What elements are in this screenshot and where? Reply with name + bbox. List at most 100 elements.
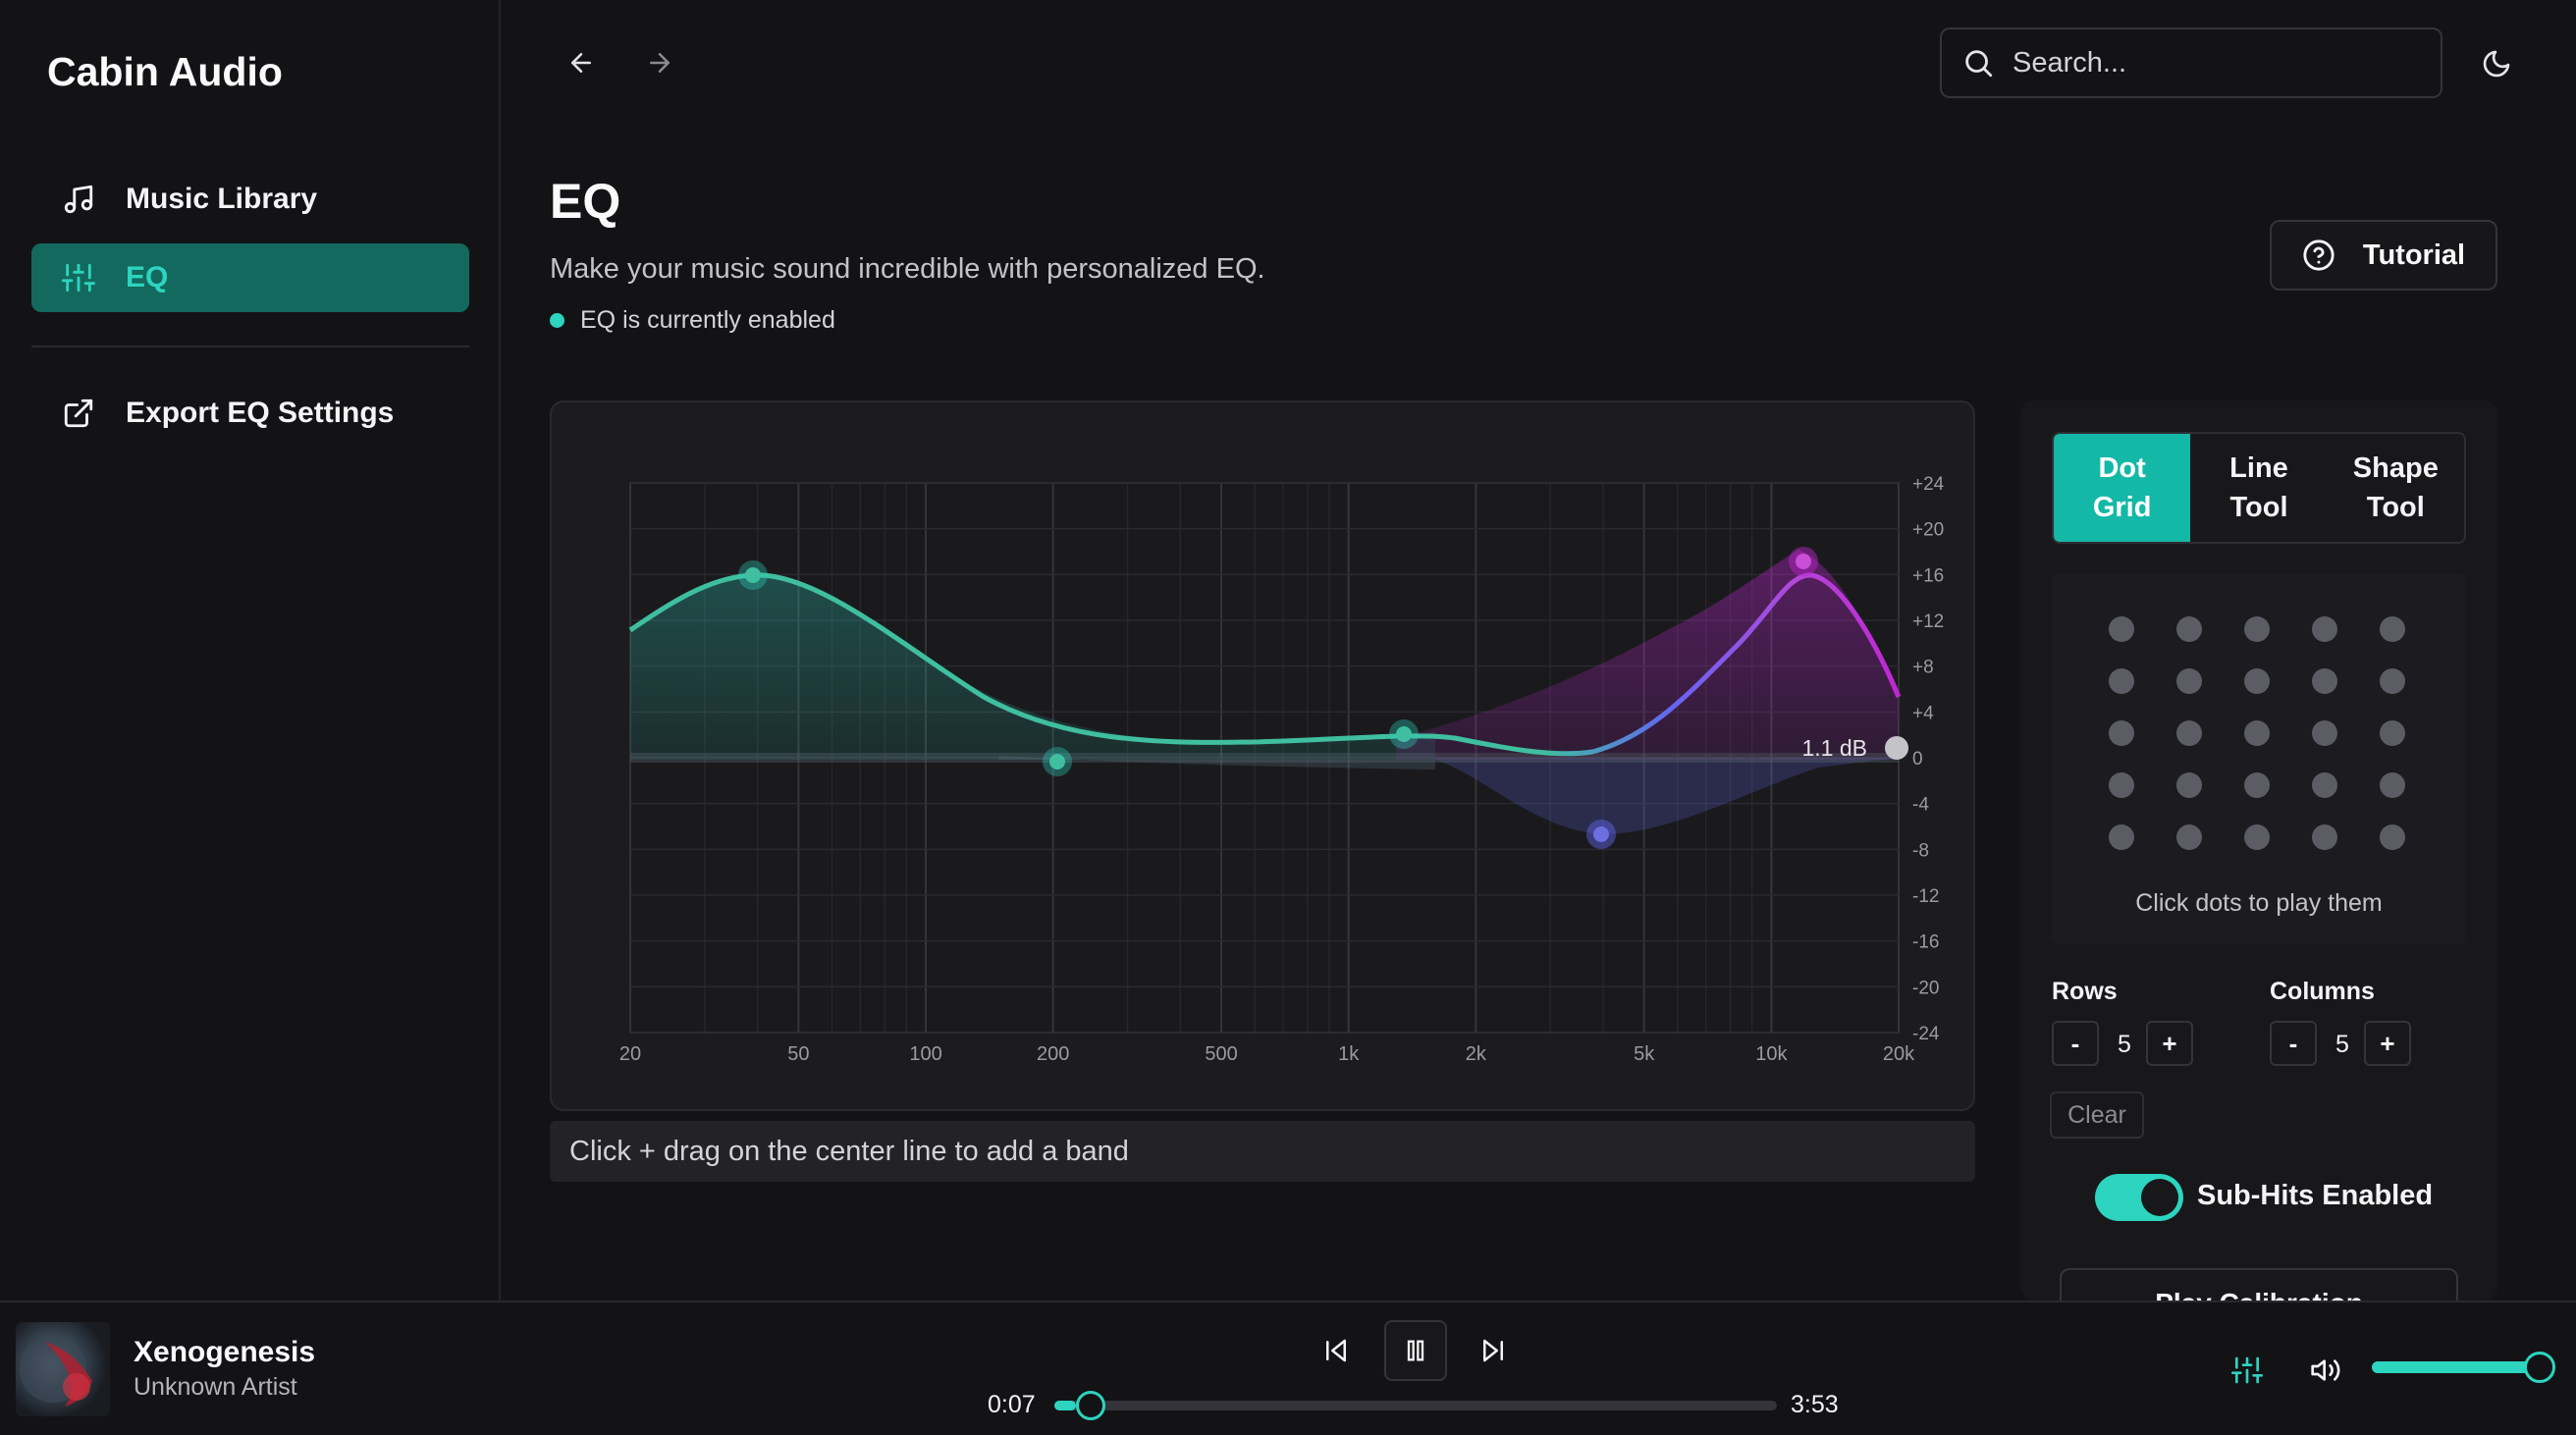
grid-dot[interactable] — [2176, 772, 2202, 798]
grid-dot[interactable] — [2312, 824, 2337, 850]
skip-back-icon — [1326, 1339, 1346, 1362]
rows-value: 5 — [2118, 1031, 2131, 1058]
tools-panel: Dot Grid Line Tool Shape Tool Click dots… — [2020, 400, 2497, 1301]
grid-dot[interactable] — [2244, 668, 2270, 694]
band-handle-5-core — [1796, 554, 1811, 569]
x-axis-labels: 20 50 100 200 500 1k 2k 5k 10k 20k — [619, 1043, 1915, 1065]
grid-dot[interactable] — [2380, 772, 2405, 798]
album-art[interactable] — [16, 1322, 110, 1416]
pause-button[interactable] — [1384, 1320, 1447, 1381]
dot-grid: Click dots to play them — [2052, 573, 2466, 944]
play-calibration-label: Play Calibration — [2155, 1288, 2363, 1301]
sidebar-item-label: Export EQ Settings — [126, 397, 395, 429]
y-tick-label: -8 — [1912, 840, 1929, 861]
volume-fill — [2372, 1361, 2537, 1373]
eq-shortcut-button[interactable] — [2223, 1346, 2272, 1395]
grid-dot[interactable] — [2176, 720, 2202, 746]
gain-handle[interactable] — [1885, 736, 1908, 760]
eq-graph-panel[interactable]: 1.1 dB +24 +20 +16 +12 +8 +4 0 -4 -8 -12 -16 -20 -24… — [550, 400, 1975, 1111]
rows-increment-button[interactable]: + — [2146, 1021, 2193, 1066]
grid-dot[interactable] — [2109, 668, 2134, 694]
forward-button[interactable] — [640, 43, 679, 82]
columns-value: 5 — [2335, 1031, 2349, 1058]
band-handle-2-core — [1049, 754, 1065, 770]
grid-dot[interactable] — [2109, 824, 2134, 850]
tab-dot-grid[interactable]: Dot Grid — [2054, 434, 2191, 542]
grid-dot[interactable] — [2244, 824, 2270, 850]
sub-hits-toggle[interactable] — [2095, 1174, 2183, 1221]
grid-dot[interactable] — [2380, 616, 2405, 642]
grid-dot[interactable] — [2312, 616, 2337, 642]
sidebar-item-eq[interactable]: EQ — [31, 243, 469, 312]
x-tick-label: 200 — [1037, 1043, 1069, 1065]
x-tick-label: 50 — [787, 1043, 809, 1065]
columns-increment-button[interactable]: + — [2364, 1021, 2411, 1066]
theme-toggle-button[interactable] — [2476, 43, 2517, 84]
volume-slider[interactable] — [2372, 1352, 2556, 1383]
next-track-button[interactable] — [1469, 1326, 1518, 1375]
volume-thumb[interactable] — [2524, 1352, 2556, 1383]
x-tick-label: 5k — [1634, 1043, 1655, 1065]
x-tick-label: 20k — [1883, 1043, 1915, 1065]
y-tick-label: +20 — [1912, 520, 1944, 541]
x-tick-label: 1k — [1338, 1043, 1360, 1065]
album-art-image — [20, 1336, 92, 1407]
grid-dot[interactable] — [2109, 616, 2134, 642]
search-input[interactable] — [2012, 46, 2425, 80]
dot-grid-hint: Click dots to play them — [2135, 889, 2383, 917]
eq-graph[interactable]: 1.1 dB +24 +20 +16 +12 +8 +4 0 -4 -8 -12 -16 -20 -24… — [552, 402, 1977, 1113]
sidebar-divider — [31, 345, 469, 347]
app-title: Cabin Audio — [47, 49, 283, 94]
player-bar: Xenogenesis Unknown Artist 0:07 3:53 — [0, 1301, 2576, 1435]
columns-label: Columns — [2270, 978, 2375, 1005]
grid-dot[interactable] — [2380, 668, 2405, 694]
grid-dot[interactable] — [2380, 720, 2405, 746]
grid-dot[interactable] — [2380, 824, 2405, 850]
sidebar-item-label: EQ — [126, 261, 169, 293]
tutorial-button[interactable]: Tutorial — [2270, 220, 2497, 291]
progress-thumb[interactable] — [1076, 1391, 1106, 1420]
tab-shape-tool[interactable]: Shape Tool — [2328, 434, 2464, 542]
grid-dot[interactable] — [2176, 668, 2202, 694]
sidebar-item-export-eq[interactable]: Export EQ Settings — [31, 379, 469, 448]
eq-hint-bar: Click + drag on the center line to add a… — [550, 1121, 1975, 1182]
grid-dot[interactable] — [2312, 720, 2337, 746]
sidebar-item-music-library[interactable]: Music Library — [31, 165, 469, 234]
grid-dot[interactable] — [2312, 668, 2337, 694]
toggle-knob — [2141, 1179, 2178, 1216]
y-tick-label: -24 — [1912, 1024, 1940, 1044]
music-note-icon — [61, 182, 96, 217]
grid-dot[interactable] — [2244, 616, 2270, 642]
previous-track-button[interactable] — [1312, 1326, 1361, 1375]
play-calibration-button[interactable]: Play Calibration — [2060, 1268, 2458, 1301]
sidebar-item-label: Music Library — [126, 183, 318, 215]
columns-decrement-button[interactable]: - — [2270, 1021, 2317, 1066]
grid-dot[interactable] — [2244, 772, 2270, 798]
skip-forward-icon — [1483, 1339, 1503, 1362]
y-tick-label: -20 — [1912, 978, 1939, 998]
grid-dot[interactable] — [2109, 720, 2134, 746]
tool-tabs: Dot Grid Line Tool Shape Tool — [2052, 432, 2466, 544]
y-tick-label: 0 — [1912, 749, 1923, 770]
total-time: 3:53 — [1791, 1391, 1839, 1418]
back-button[interactable] — [562, 43, 601, 82]
mute-button[interactable] — [2301, 1346, 2350, 1395]
grid-dot[interactable] — [2176, 824, 2202, 850]
track-title: Xenogenesis — [134, 1336, 316, 1368]
grid-dot[interactable] — [2312, 772, 2337, 798]
grid-dot[interactable] — [2109, 772, 2134, 798]
tab-line-tool[interactable]: Line Tool — [2190, 434, 2327, 542]
x-tick-label: 500 — [1205, 1043, 1237, 1065]
search-icon — [1961, 46, 1995, 80]
progress-bar[interactable] — [1054, 1391, 1777, 1420]
sliders-icon — [61, 260, 96, 295]
volume-icon — [2311, 1359, 2340, 1381]
grid-dot[interactable] — [2244, 720, 2270, 746]
y-tick-label: -16 — [1912, 932, 1939, 953]
track-artist: Unknown Artist — [134, 1373, 297, 1401]
eq-status: EQ is currently enabled — [550, 306, 835, 335]
clear-button[interactable]: Clear — [2050, 1091, 2144, 1139]
gain-readout: 1.1 dB — [1802, 735, 1868, 761]
rows-decrement-button[interactable]: - — [2052, 1021, 2099, 1066]
grid-dot[interactable] — [2176, 616, 2202, 642]
